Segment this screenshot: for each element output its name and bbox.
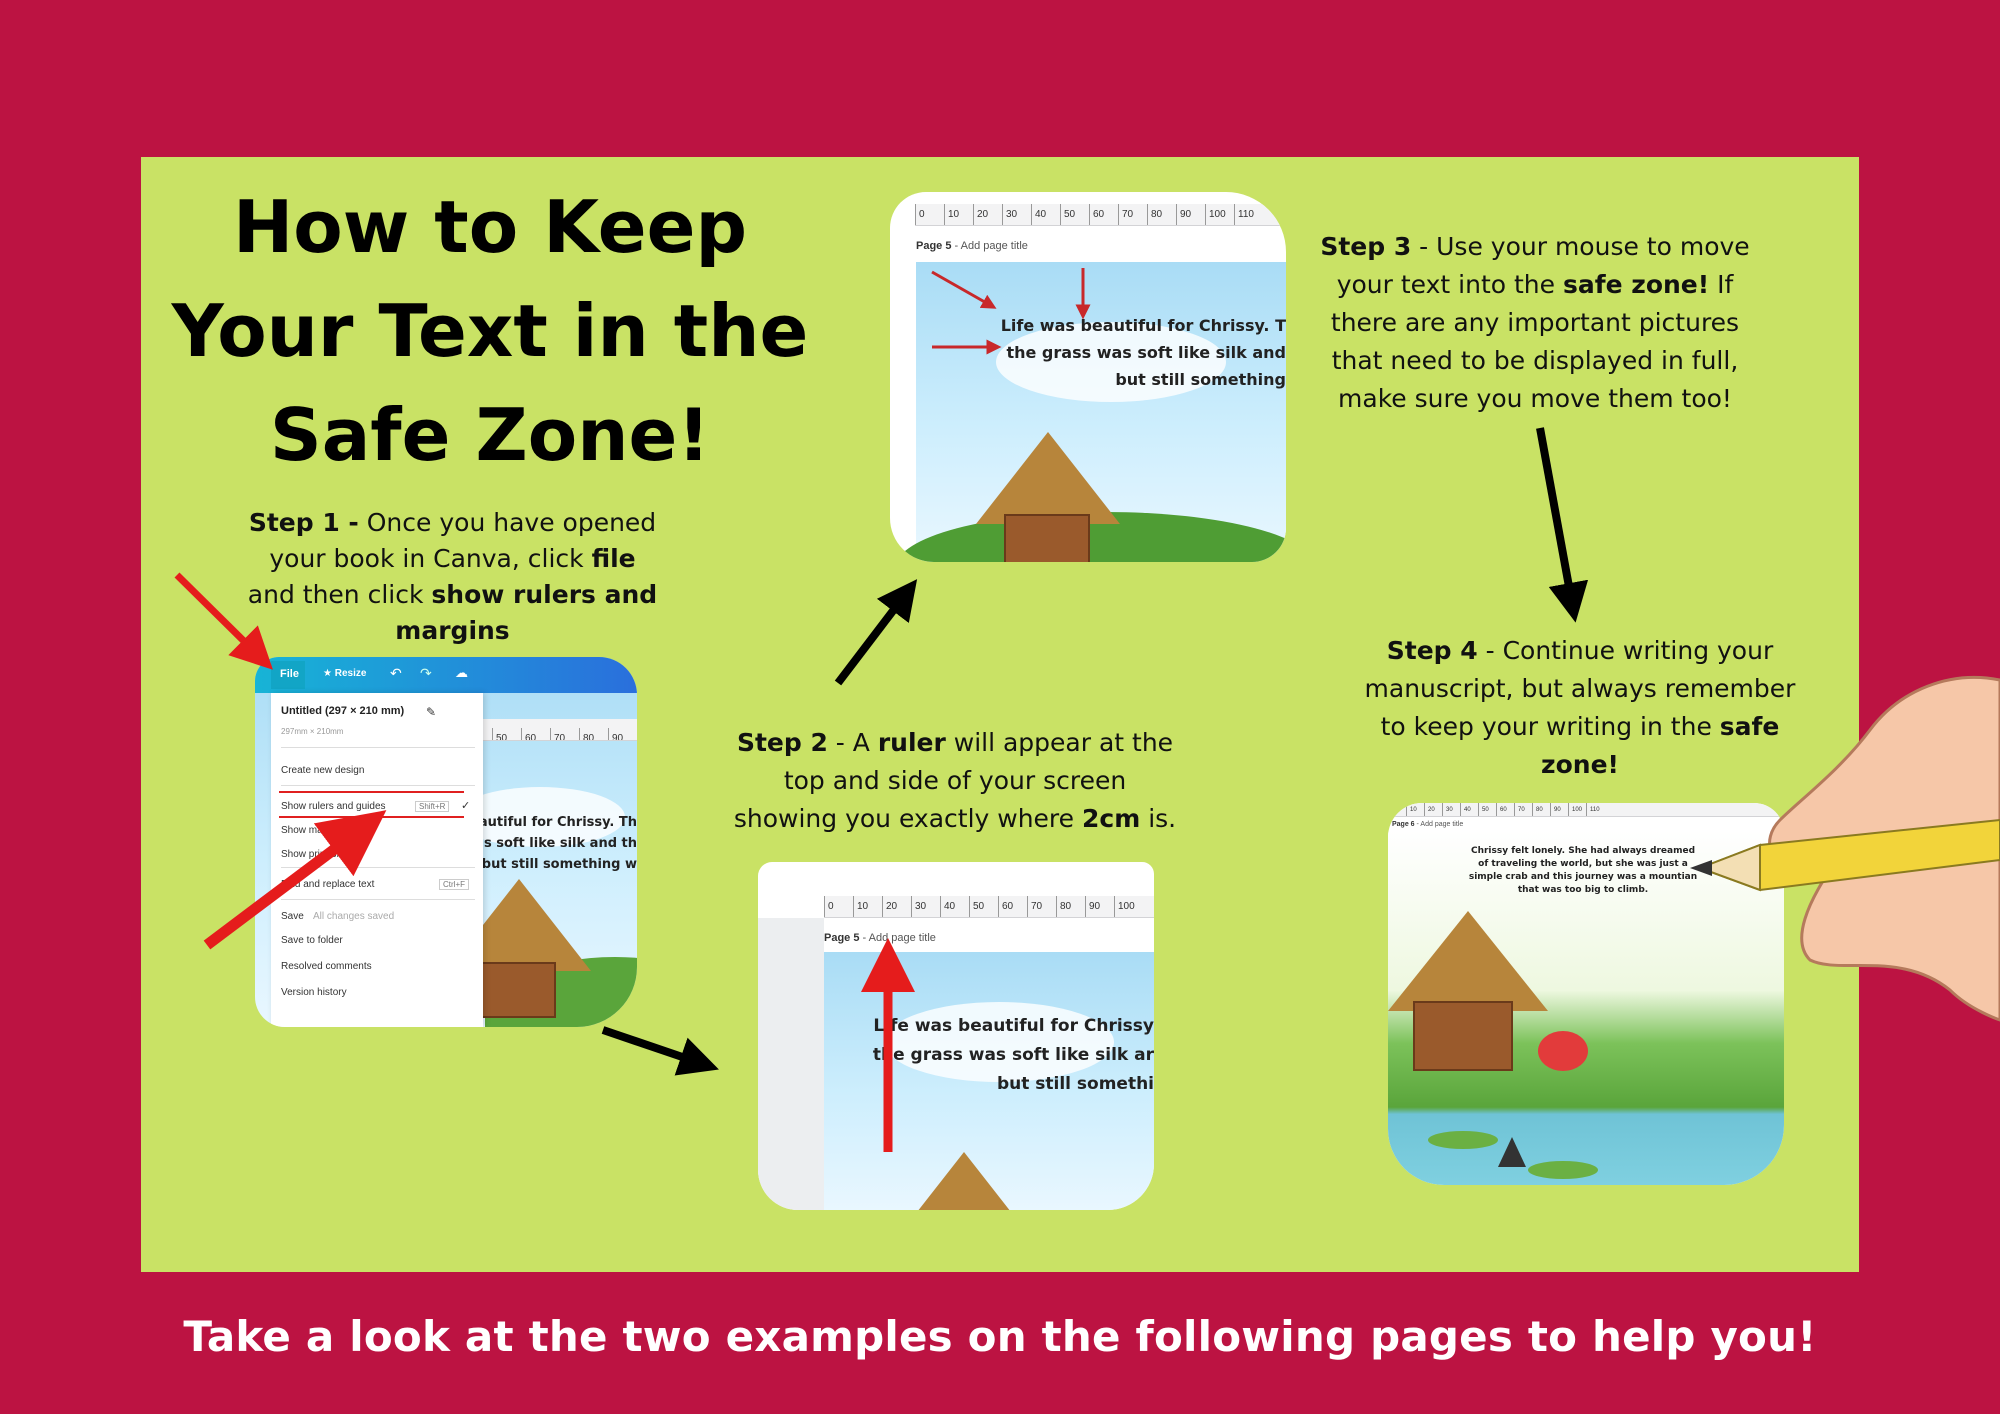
arrows-overlay <box>174 268 2000 1152</box>
black-arrow-step2-to-step3 <box>834 579 918 686</box>
red-arrow-to-file <box>174 572 273 670</box>
black-arrow-step1-to-step2 <box>601 1026 719 1076</box>
black-arrow-step3-to-step4 <box>1536 427 1589 623</box>
red-arrow-screen-diag <box>931 270 997 309</box>
hand-with-pencil-illustration <box>1690 675 2000 1022</box>
red-arrow-to-rulers <box>203 810 387 950</box>
